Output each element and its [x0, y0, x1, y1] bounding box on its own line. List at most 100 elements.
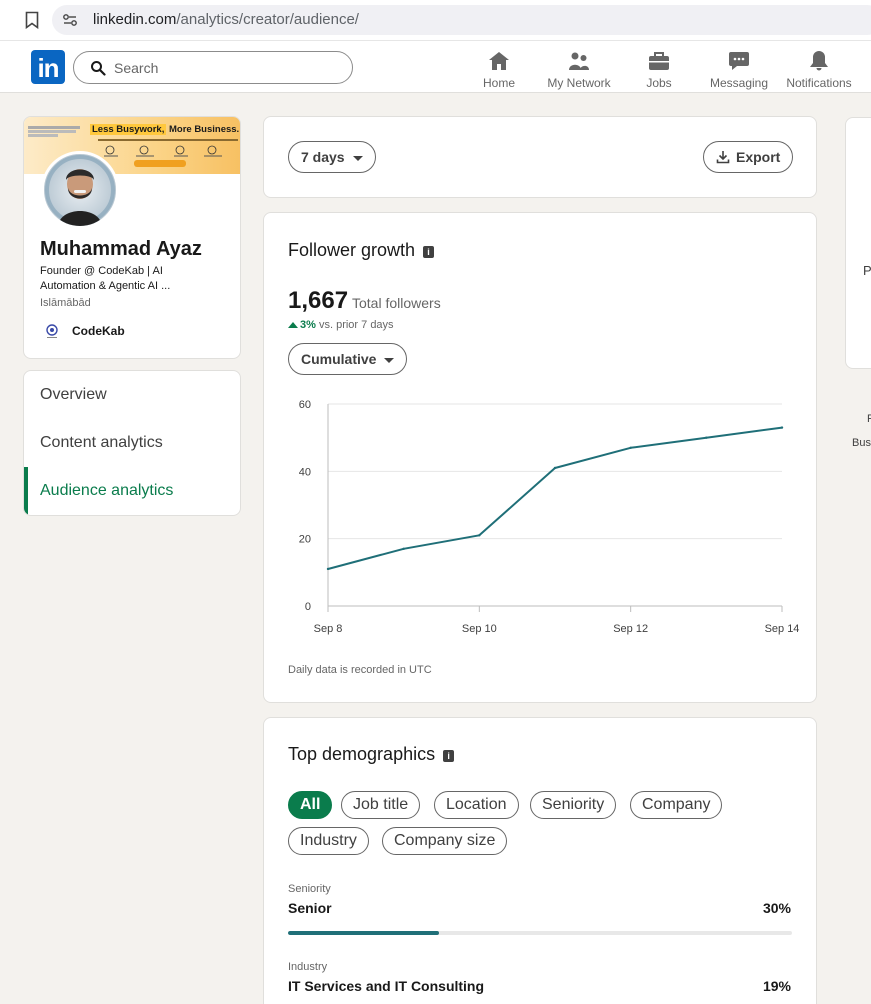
- top-demographics-title-text: Top demographics: [288, 744, 436, 764]
- y-tick-label: 0: [305, 601, 311, 613]
- delta-label: vs. prior 7 days: [318, 319, 394, 331]
- company-logo-icon[interactable]: [44, 323, 60, 339]
- chip-company-size[interactable]: Company size: [382, 827, 508, 855]
- x-tick-label: Sep 14: [765, 623, 800, 635]
- chip-company[interactable]: Company: [630, 791, 723, 819]
- avatar[interactable]: [41, 151, 119, 229]
- x-tick-label: Sep 12: [613, 623, 648, 635]
- demo-row-bar: [288, 931, 792, 935]
- follower-delta: 3% vs. prior 7 days: [288, 319, 394, 331]
- demo-row-percent: 30%: [762, 900, 791, 916]
- chevron-down-icon: [352, 155, 363, 161]
- profile-name[interactable]: Muhammad Ayaz: [40, 238, 202, 261]
- chevron-down-icon: [384, 357, 395, 363]
- date-range-dropdown[interactable]: 7 days: [288, 141, 376, 173]
- banner-icons: [104, 145, 222, 157]
- site-info-icon[interactable]: [62, 12, 78, 28]
- info-icon[interactable]: i: [423, 246, 435, 258]
- trend-up-icon: [288, 322, 298, 328]
- export-button[interactable]: Export: [703, 141, 794, 173]
- follower-growth-line: [327, 426, 783, 570]
- url-host: linkedin.com: [93, 11, 177, 28]
- cumulative-label: Cumulative: [301, 351, 377, 367]
- url-path: /analytics/creator/audience/: [176, 11, 359, 28]
- filter-card: 7 days Export: [263, 116, 817, 198]
- demo-row-value: Senior: [288, 900, 332, 916]
- follower-growth-title-text: Follower growth: [288, 240, 416, 260]
- bookmark-icon[interactable]: [25, 11, 39, 29]
- url-text[interactable]: linkedin.com/analytics/creator/audience/: [93, 11, 359, 28]
- profile-location: Islāmābād: [40, 297, 91, 309]
- y-tick-label: 40: [299, 466, 311, 478]
- chart-note: Daily data is recorded in UTC: [288, 664, 432, 676]
- total-followers-label: Total followers: [352, 295, 441, 311]
- side-fragment: Bus: [852, 437, 871, 449]
- nav-home-label: Home: [482, 76, 515, 90]
- data-point: [326, 567, 330, 571]
- follower-growth-chart: 0 20 40 60 Sep 8 Sep 10 Sep 12 Sep 14: [299, 399, 800, 635]
- home-icon: [489, 52, 509, 70]
- info-icon[interactable]: i: [443, 750, 455, 762]
- banner-headline-highlight: Less Busywork,: [90, 124, 167, 135]
- chat-icon: [729, 52, 749, 70]
- nav-jobs-label: Jobs: [646, 76, 672, 90]
- search-icon: [91, 61, 106, 76]
- demo-row-category: Seniority: [288, 883, 331, 895]
- chip-job-title[interactable]: Job title: [341, 791, 421, 819]
- profile-headline: Founder @ CodeKab | AI Automation & Agen…: [40, 265, 171, 292]
- search-box[interactable]: [73, 51, 353, 84]
- menu-item-audience-analytics[interactable]: Audience analytics: [24, 467, 240, 515]
- company-name[interactable]: CodeKab: [72, 324, 125, 338]
- data-point: [402, 547, 405, 550]
- nav-my-network[interactable]: My Network: [544, 47, 614, 91]
- demo-row-percent: 19%: [762, 978, 791, 994]
- delta-value: 3%: [300, 319, 316, 331]
- nav-messaging[interactable]: Messaging: [707, 47, 771, 91]
- banner-subline: [98, 137, 238, 141]
- nav-messaging-label: Messaging: [709, 76, 769, 90]
- menu-item-content-analytics[interactable]: Content analytics: [24, 419, 240, 467]
- search-input[interactable]: [114, 58, 344, 78]
- side-panel-card: P: [845, 117, 871, 369]
- x-tick-label: Sep 10: [462, 623, 497, 635]
- y-tick-label: 60: [299, 399, 311, 411]
- download-icon: [716, 151, 730, 164]
- top-demographics-title: Top demographics i: [288, 744, 455, 765]
- linkedin-navbar: in Home My Network Jobs Messaging Notifi…: [0, 41, 871, 93]
- x-tick-label: Sep 8: [314, 623, 343, 635]
- demo-row-category: Industry: [288, 961, 328, 973]
- menu-item-overview[interactable]: Overview: [24, 371, 240, 419]
- side-fragment: F: [867, 413, 871, 425]
- chip-seniority[interactable]: Seniority: [530, 791, 617, 819]
- demo-row-bar-fill: [288, 931, 440, 935]
- chip-location[interactable]: Location: [434, 791, 519, 819]
- total-followers-count: 1,667: [288, 287, 349, 314]
- delta-up: 3%: [288, 319, 316, 331]
- chip-all[interactable]: All: [288, 791, 333, 819]
- banner-headline: Less Busywork, More Business.: [90, 124, 239, 135]
- cumulative-dropdown[interactable]: Cumulative: [288, 343, 408, 375]
- briefcase-icon: [649, 52, 669, 70]
- nav-jobs[interactable]: Jobs: [638, 47, 680, 91]
- banner-cta: [134, 160, 186, 167]
- avatar-portrait: [45, 155, 115, 226]
- browser-toolbar: linkedin.com/analytics/creator/audience/: [0, 0, 871, 41]
- data-point: [553, 466, 557, 470]
- banner-fine-print: [28, 125, 83, 138]
- data-point: [705, 436, 708, 439]
- banner-headline-rest: More Business.: [166, 124, 240, 135]
- nav-notifications[interactable]: Notifications: [782, 47, 856, 91]
- follower-growth-card: Follower growth i 1,667 Total followers 3…: [263, 212, 817, 703]
- data-point: [629, 446, 632, 449]
- nav-home[interactable]: Home: [478, 47, 520, 91]
- profile-card: Less Busywork, More Business. Muhammad A…: [23, 116, 241, 359]
- y-tick-label: 20: [299, 534, 311, 546]
- nav-notifications-label: Notifications: [786, 76, 852, 90]
- export-label: Export: [736, 149, 781, 165]
- bell-icon: [810, 51, 828, 71]
- chip-industry[interactable]: Industry: [288, 827, 369, 855]
- nav-my-network-label: My Network: [547, 76, 611, 90]
- linkedin-logo[interactable]: in: [31, 50, 65, 84]
- top-demographics-card: Top demographics i All Job title Location…: [263, 717, 817, 1004]
- network-icon: [569, 52, 589, 70]
